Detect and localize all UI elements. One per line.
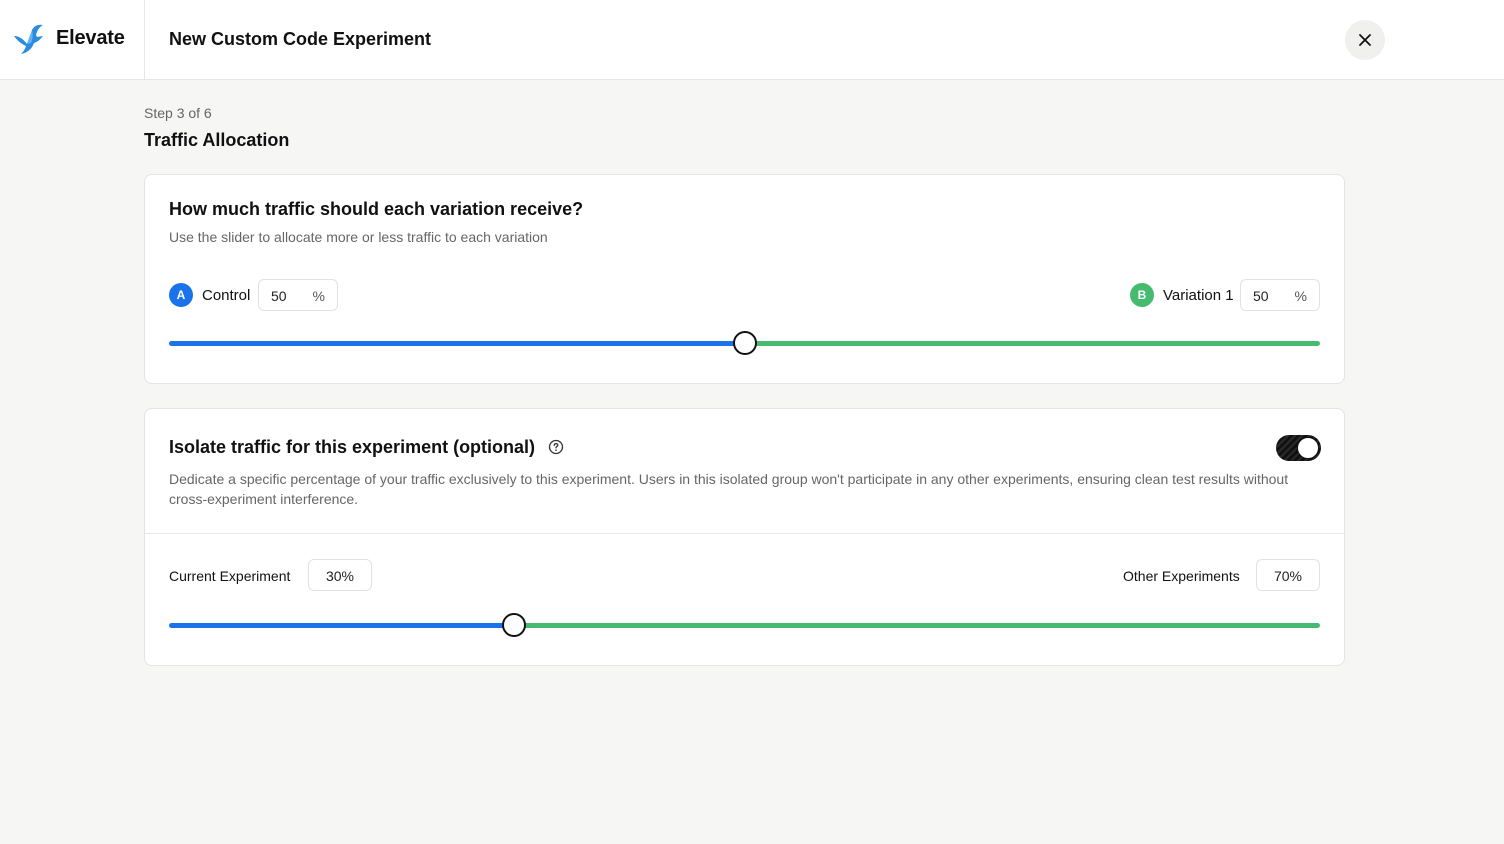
top-bar: Elevate New Custom Code Experiment (0, 0, 1504, 80)
current-experiment-fill (169, 623, 515, 628)
variation-percent-value: 50 (1253, 288, 1269, 304)
allocation-card: How much traffic should each variation r… (144, 174, 1345, 384)
variation-label: Variation 1 (1163, 287, 1234, 304)
control-percent-value: 50 (271, 288, 287, 304)
isolation-toggle[interactable] (1276, 435, 1321, 461)
help-circle-icon[interactable] (548, 439, 564, 455)
allocation-subtext: Use the slider to allocate more or less … (169, 229, 548, 245)
allocation-slider-thumb[interactable] (732, 331, 757, 355)
isolation-heading: Isolate traffic for this experiment (opt… (169, 437, 536, 457)
control-percent-unit: % (312, 288, 325, 304)
brand-name: Elevate (56, 27, 125, 49)
other-experiments-label: Other Experiments (1123, 568, 1240, 584)
other-experiments-fill (514, 623, 1320, 628)
section-title: Traffic Allocation (144, 130, 290, 150)
control-badge: A (169, 283, 193, 307)
variation-badge: B (1130, 283, 1154, 307)
close-icon (1359, 34, 1371, 46)
variation-percent-unit: % (1294, 288, 1307, 304)
current-experiment-value: 30% (325, 568, 355, 584)
isolation-card: Isolate traffic for this experiment (opt… (144, 408, 1345, 666)
toggle-knob (1297, 437, 1319, 459)
control-percent-input[interactable]: 50 % (258, 279, 338, 311)
other-experiments-input[interactable]: 70% (1256, 559, 1320, 591)
isolation-slider-track[interactable] (169, 623, 1320, 628)
close-button[interactable] (1345, 20, 1385, 60)
control-fill (169, 341, 745, 346)
other-experiments-value: 70% (1273, 568, 1303, 584)
current-experiment-label: Current Experiment (169, 568, 291, 584)
isolation-description: Dedicate a specific percentage of your t… (169, 471, 1289, 507)
step-indicator: Step 3 of 6 (144, 105, 212, 121)
variation-fill (744, 341, 1320, 346)
isolation-slider-thumb[interactable] (502, 613, 527, 637)
current-experiment-input[interactable]: 30% (308, 559, 372, 591)
control-label: Control (202, 287, 251, 304)
page-title: New Custom Code Experiment (169, 29, 432, 49)
brand: Elevate (0, 0, 145, 79)
allocation-heading: How much traffic should each variation r… (169, 199, 584, 219)
bird-logo-icon (14, 24, 43, 54)
variation-percent-input[interactable]: 50 % (1240, 279, 1320, 311)
divider (145, 533, 1344, 534)
